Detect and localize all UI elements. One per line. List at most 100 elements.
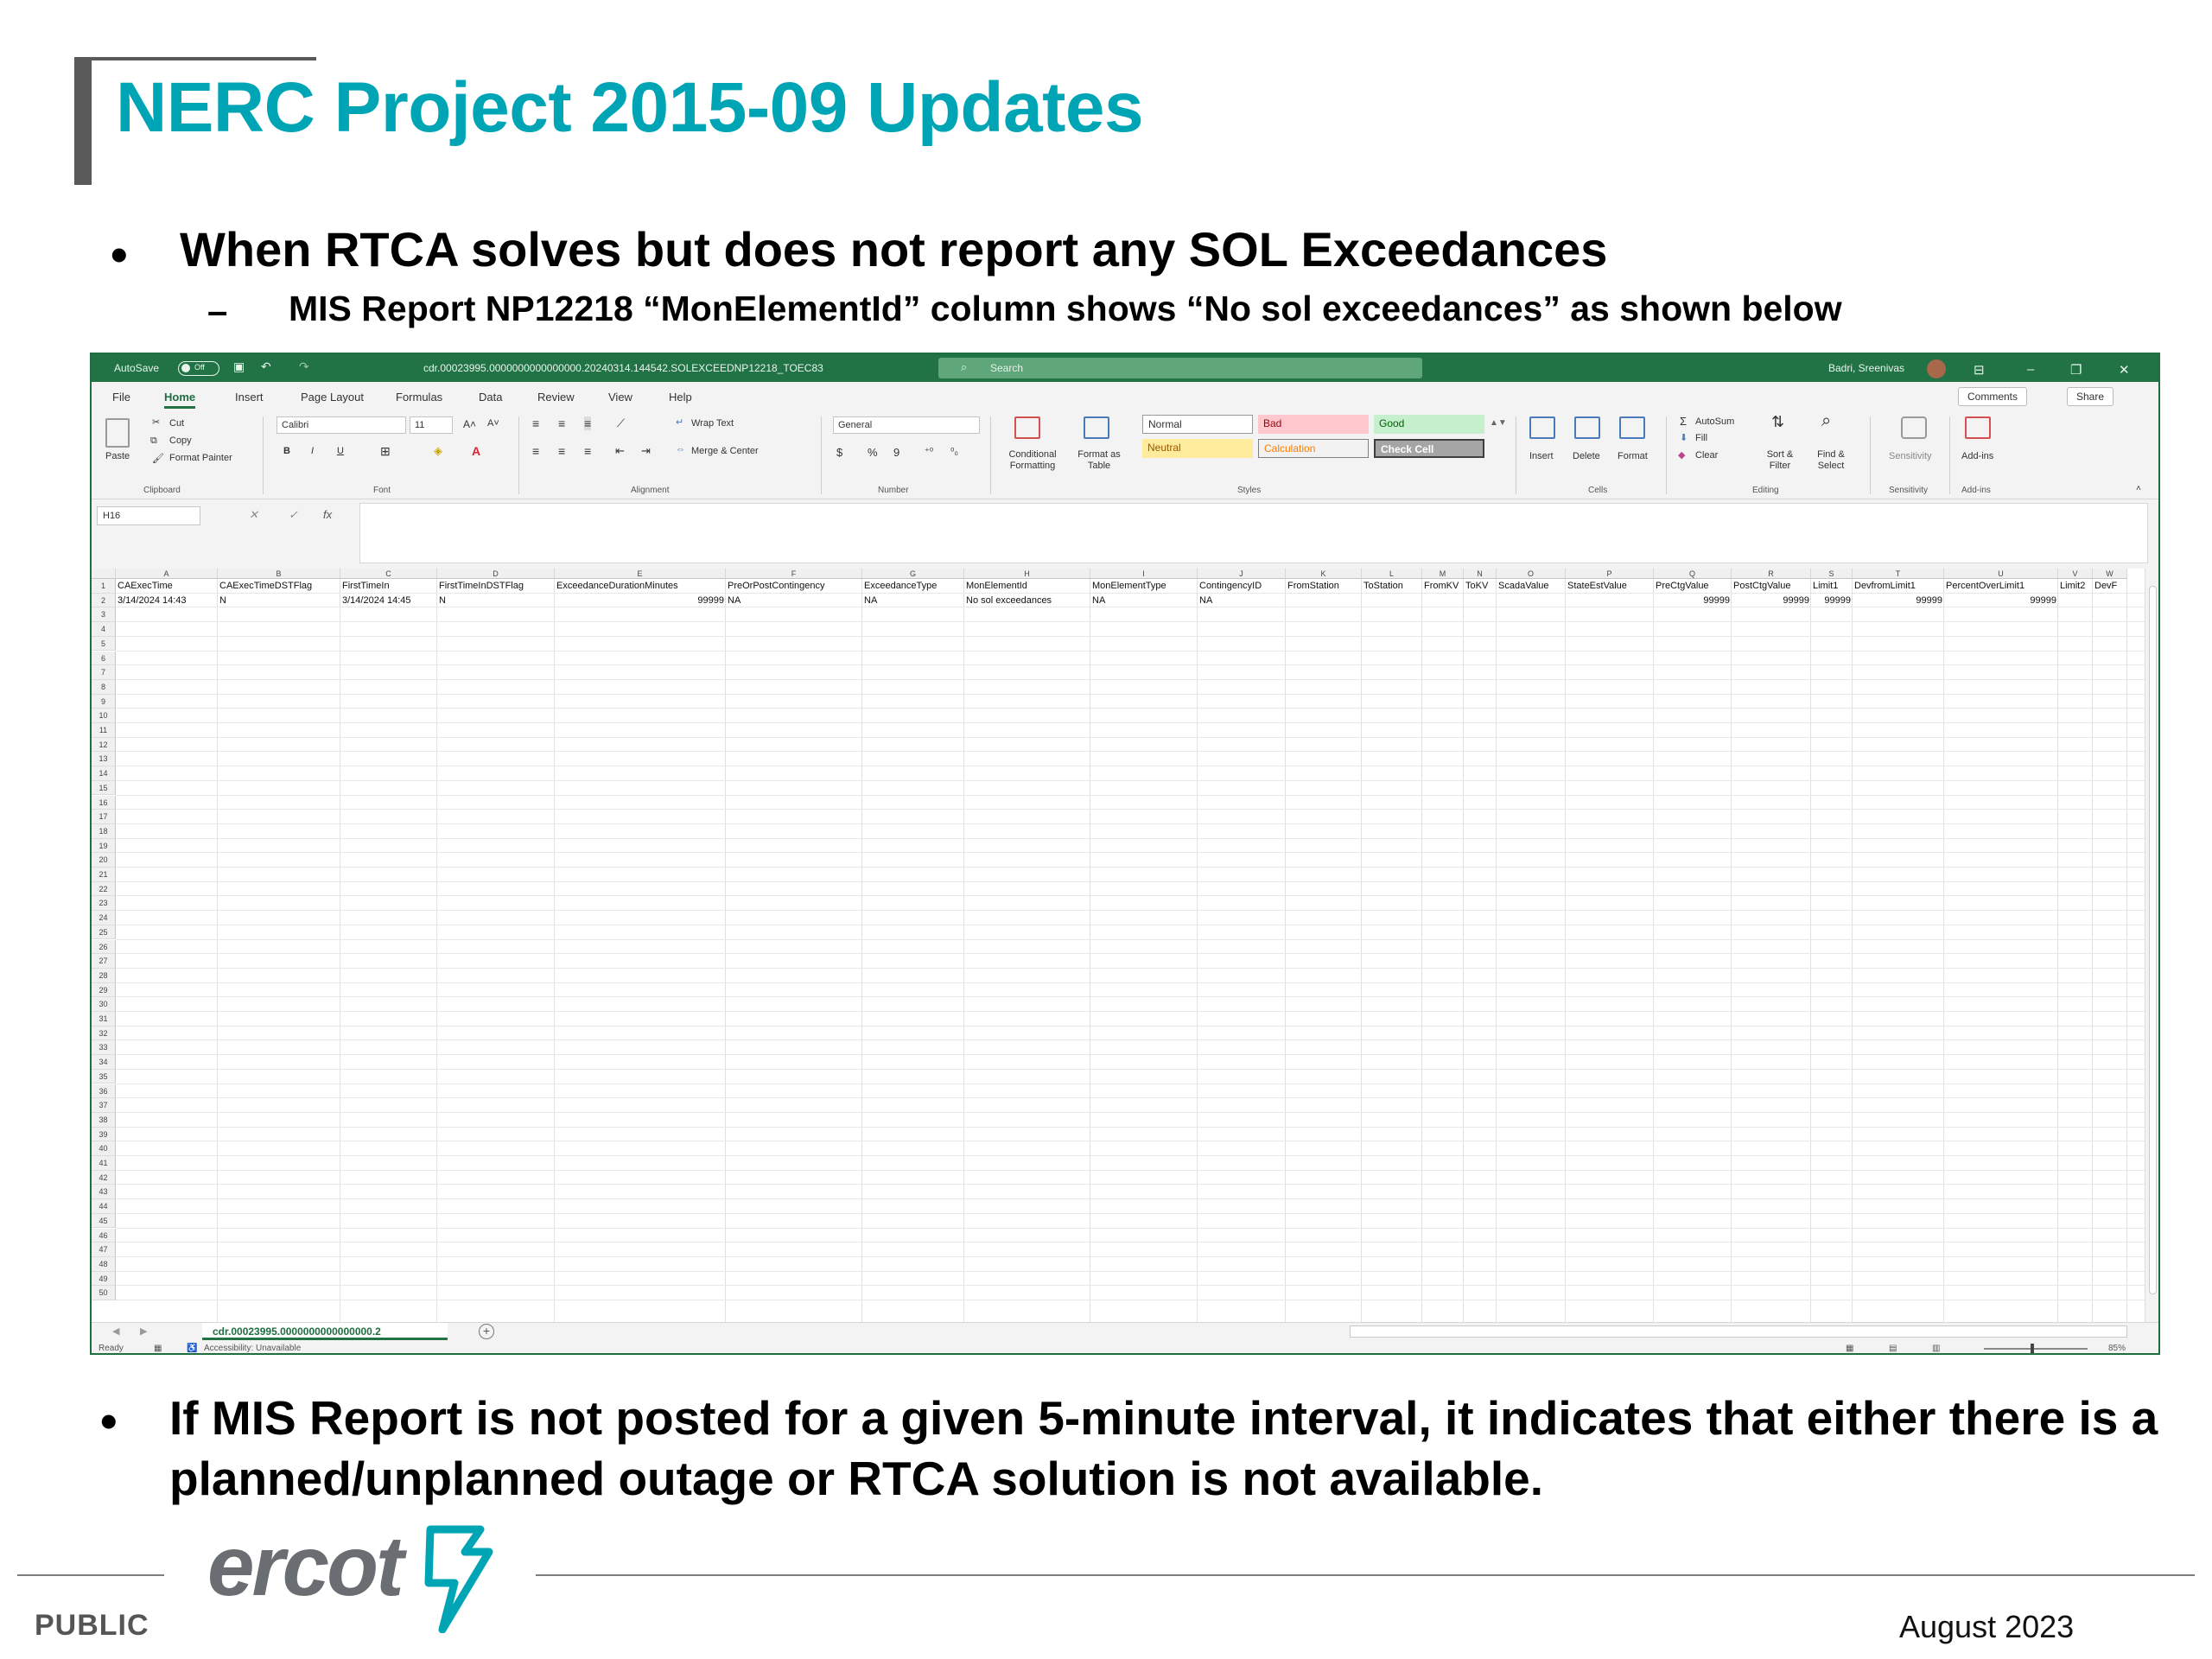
format-cells-icon[interactable] — [1619, 416, 1645, 439]
row-header[interactable]: 28 — [92, 968, 116, 983]
row-header[interactable]: 30 — [92, 997, 116, 1012]
row-header[interactable]: 23 — [92, 896, 116, 912]
row-header[interactable]: 42 — [92, 1170, 116, 1185]
autosave-toggle[interactable]: Off — [178, 361, 219, 376]
column-header-g[interactable]: G — [862, 569, 964, 579]
bold-button[interactable]: B — [283, 446, 290, 456]
header-cell[interactable]: MonElementType — [1090, 580, 1198, 593]
header-cell[interactable]: PreCtgValue — [1654, 580, 1732, 593]
data-cell[interactable]: 3/14/2024 14:45 — [340, 594, 437, 607]
function-icon[interactable]: fx — [323, 508, 332, 521]
tab-page-layout[interactable]: Page Layout — [301, 391, 364, 404]
row-header[interactable]: 47 — [92, 1243, 116, 1257]
row-header[interactable]: 50 — [92, 1286, 116, 1300]
column-header-a[interactable]: A — [116, 569, 218, 579]
row-header[interactable]: 22 — [92, 881, 116, 897]
save-icon[interactable]: ▣ — [233, 359, 245, 374]
column-header-t[interactable]: T — [1853, 569, 1944, 579]
column-header-f[interactable]: F — [726, 569, 862, 579]
column-header-r[interactable]: R — [1732, 569, 1811, 579]
insert-cells-icon[interactable] — [1529, 416, 1555, 439]
column-header-b[interactable]: B — [218, 569, 340, 579]
row-header[interactable]: 24 — [92, 911, 116, 925]
data-cell[interactable]: N — [437, 594, 555, 607]
avatar[interactable] — [1927, 359, 1946, 378]
conditional-formatting-button[interactable]: Conditional Formatting — [1002, 449, 1063, 472]
insert-cells-button[interactable]: Insert — [1529, 451, 1554, 461]
indent-increase-icon[interactable]: ⇥ — [641, 444, 651, 458]
fill-button[interactable]: Fill — [1695, 433, 1707, 443]
header-cell[interactable]: MonElementId — [964, 580, 1090, 593]
comma-button[interactable]: 9 — [893, 446, 899, 459]
maximize-icon[interactable]: ❐ — [2070, 362, 2082, 378]
column-header-l[interactable]: L — [1362, 569, 1422, 579]
tab-view[interactable]: View — [608, 391, 632, 404]
row-header[interactable]: 4 — [92, 622, 116, 637]
fill-color-icon[interactable]: ◈ — [434, 444, 442, 458]
style-normal[interactable]: Normal — [1142, 415, 1253, 434]
name-box[interactable]: H16 — [97, 506, 200, 525]
row-header[interactable]: 2 — [92, 593, 116, 608]
column-header-d[interactable]: D — [437, 569, 555, 579]
share-button[interactable]: Share — [2067, 387, 2114, 406]
data-cell[interactable]: 99999 — [1732, 594, 1811, 607]
horizontal-scrollbar[interactable] — [1350, 1325, 2127, 1338]
row-header[interactable]: 20 — [92, 853, 116, 868]
row-header[interactable]: 31 — [92, 1012, 116, 1027]
styles-scroll-icon[interactable]: ▲▼ — [1490, 418, 1507, 428]
collapse-ribbon-icon[interactable]: ˄ — [2136, 484, 2141, 493]
borders-icon[interactable]: ⊞ — [380, 444, 391, 459]
column-header-s[interactable]: S — [1811, 569, 1853, 579]
add-sheet-icon[interactable]: + — [479, 1324, 494, 1339]
row-header[interactable]: 16 — [92, 795, 116, 810]
data-cell[interactable]: 99999 — [1654, 594, 1732, 607]
sensitivity-button[interactable]: Sensitivity — [1889, 451, 1932, 461]
number-format-select[interactable]: General — [833, 416, 980, 434]
data-cell[interactable]: 99999 — [1811, 594, 1853, 607]
row-header[interactable]: 21 — [92, 868, 116, 882]
paste-label[interactable]: Paste — [105, 451, 130, 461]
data-cell[interactable]: NA — [1090, 594, 1198, 607]
undo-icon[interactable]: ↶ — [261, 359, 271, 374]
redo-icon[interactable]: ↷ — [299, 359, 309, 374]
add-ins-icon[interactable] — [1965, 416, 1991, 439]
tab-formulas[interactable]: Formulas — [396, 391, 442, 404]
percent-button[interactable]: % — [868, 446, 878, 459]
page-layout-view-icon[interactable]: ▤ — [1889, 1344, 1897, 1353]
column-header-k[interactable]: K — [1286, 569, 1362, 579]
wrap-text-button[interactable]: Wrap Text — [691, 418, 734, 429]
header-cell[interactable]: ScadaValue — [1497, 580, 1566, 593]
header-cell[interactable]: FirstTimeInDSTFlag — [437, 580, 555, 593]
data-cell[interactable]: NA — [862, 594, 964, 607]
select-all-corner[interactable] — [92, 569, 116, 579]
header-cell[interactable]: ExceedanceType — [862, 580, 964, 593]
column-header-v[interactable]: V — [2058, 569, 2093, 579]
page-break-view-icon[interactable]: ▥ — [1932, 1344, 1940, 1353]
row-header[interactable]: 25 — [92, 925, 116, 940]
header-cell[interactable]: Limit1 — [1811, 580, 1853, 593]
row-header[interactable]: 41 — [92, 1156, 116, 1171]
increase-decimal-icon[interactable]: ⁺⁰ — [925, 446, 933, 457]
currency-button[interactable]: $ — [836, 446, 842, 459]
row-header[interactable]: 9 — [92, 694, 116, 709]
align-bottom-icon[interactable]: ≡ — [584, 416, 592, 430]
macro-icon[interactable]: ▦ — [154, 1344, 162, 1353]
format-painter-label[interactable]: Format Painter — [169, 453, 232, 463]
align-right-icon[interactable]: ≡ — [584, 444, 591, 458]
row-header[interactable]: 49 — [92, 1271, 116, 1287]
formula-input[interactable] — [359, 503, 2148, 563]
row-header[interactable]: 15 — [92, 780, 116, 796]
data-cell[interactable]: 99999 — [555, 594, 726, 607]
italic-button[interactable]: I — [311, 446, 314, 456]
column-header-u[interactable]: U — [1944, 569, 2058, 579]
row-header[interactable]: 29 — [92, 982, 116, 998]
header-cell[interactable]: CAExecTime — [116, 580, 218, 593]
merge-center-button[interactable]: Merge & Center — [691, 446, 759, 456]
row-header[interactable]: 17 — [92, 810, 116, 824]
column-header-j[interactable]: J — [1198, 569, 1286, 579]
style-check-cell[interactable]: Check Cell — [1374, 439, 1484, 458]
header-cell[interactable]: FromStation — [1286, 580, 1362, 593]
minimize-icon[interactable]: – — [2027, 362, 2034, 377]
data-cell[interactable]: NA — [726, 594, 862, 607]
style-bad[interactable]: Bad — [1258, 415, 1369, 434]
